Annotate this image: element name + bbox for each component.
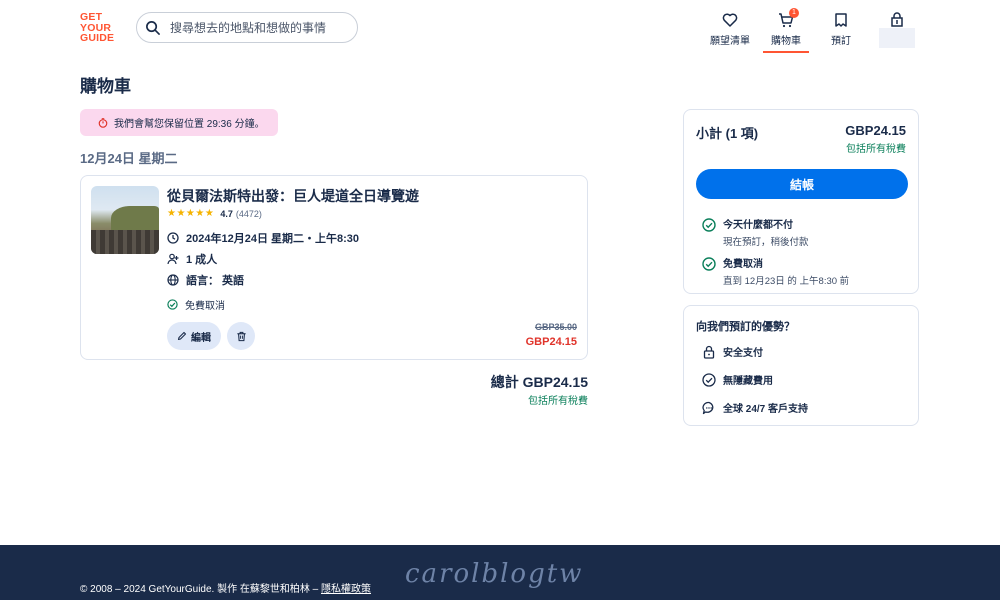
rating-value: 4.7 <box>220 208 233 219</box>
cart-count-badge: 1 <box>789 8 799 18</box>
benefit-pay-later-title: 今天什麼都不付 <box>723 220 793 231</box>
tour-title[interactable]: 從貝爾法斯特出發：巨人堤道全日導覽遊 <box>167 186 419 206</box>
logo-line-1: GET <box>80 11 103 23</box>
timer-icon <box>98 117 108 128</box>
footer-copyright: © 2008 – 2024 GetYourGuide. 製作 在蘇黎世和柏林 –… <box>80 580 371 595</box>
trash-icon <box>236 331 246 341</box>
cart-total: 總計 GBP24.15 <box>490 374 588 390</box>
globe-icon <box>167 274 179 286</box>
watermark: carolblogtw <box>405 559 584 589</box>
subtotal-value: GBP24.15 <box>845 123 906 138</box>
gyg-logo[interactable]: GET YOUR GUIDE <box>80 12 120 44</box>
cart-total-tax-note: 包括所有稅費 <box>528 396 588 407</box>
free-cancellation-row: 免費取消 <box>167 297 225 312</box>
advantage-secure-payment-label: 安全支付 <box>723 348 763 359</box>
heart-icon <box>722 13 738 27</box>
tour-rating: ★★★★★ 4.7 (4472) <box>167 208 262 219</box>
nav-wishlist[interactable]: 願望清單 <box>705 10 755 47</box>
edit-button-label: 編輯 <box>191 332 211 344</box>
profile-icon <box>891 12 903 27</box>
tour-participants: 1 成人 <box>186 254 218 266</box>
edit-button[interactable]: 編輯 <box>167 322 221 350</box>
footer: carolblogtw © 2008 – 2024 GetYourGuide. … <box>0 545 1000 600</box>
subtotal-label: 小計 (1 項) <box>696 126 759 141</box>
advantages-title: 向我們預訂的優勢？ <box>696 321 795 333</box>
nav-bookings-label: 預訂 <box>831 36 851 47</box>
order-summary-card: 小計 (1 項) GBP24.15 包括所有稅費 結帳 今天什麼都不付 現在預訂… <box>683 109 919 294</box>
nav-bookings[interactable]: 預訂 <box>816 10 866 47</box>
nav-cart[interactable]: 1 購物車 <box>761 8 811 53</box>
clock-icon <box>167 232 179 244</box>
tour-datetime: 2024年12月24日 星期二・上午8:30 <box>186 233 360 245</box>
page-title: 購物車 <box>80 77 131 96</box>
advantage-no-hidden-fees: 無隱藏費用 <box>702 372 773 387</box>
lock-icon <box>703 345 715 359</box>
delete-button[interactable] <box>227 322 255 350</box>
copyright-text: © 2008 – 2024 GetYourGuide. 製作 在蘇黎世和柏林 – <box>80 584 321 595</box>
benefit-free-cancellation: 免費取消 直到 12月23日 的 上午8:30 前 <box>702 255 849 287</box>
thumbnail-rocks <box>91 230 159 254</box>
nav-wishlist-label: 願望清單 <box>710 36 750 47</box>
ticket-icon <box>835 13 847 27</box>
hold-timer-text: 我們會幫您保留位置 29:36 分鐘。 <box>114 119 265 130</box>
advantage-support-label: 全球 24/7 客戶支持 <box>723 404 809 415</box>
booking-advantages-card: 向我們預訂的優勢？ 安全支付 無隱藏費用 全球 24/7 客戶支持 <box>683 305 919 426</box>
rating-stars: ★★★★★ <box>167 208 215 219</box>
sale-price: GBP24.15 <box>525 336 577 348</box>
hold-timer-banner: 我們會幫您保留位置 29:36 分鐘。 <box>80 109 278 136</box>
check-circle-icon <box>167 299 178 310</box>
advantage-no-hidden-fees-label: 無隱藏費用 <box>723 376 773 387</box>
check-circle-icon <box>702 218 716 232</box>
privacy-policy-link[interactable]: 隱私權政策 <box>321 584 371 595</box>
cart-item-card: 從貝爾法斯特出發：巨人堤道全日導覽遊 ★★★★★ 4.7 (4472) 2024… <box>80 175 588 360</box>
pencil-icon <box>177 331 187 341</box>
tour-thumbnail[interactable] <box>91 186 159 254</box>
tour-participants-row: 1 成人 <box>167 251 217 267</box>
profile-placeholder <box>879 28 915 48</box>
tour-language-row: 語言： 英語 <box>167 272 244 288</box>
benefit-pay-later: 今天什麼都不付 現在預訂，稍後付款 <box>702 216 809 248</box>
search-placeholder: 搜尋想去的地點和想做的事情 <box>170 21 327 35</box>
chat-bubble-icon <box>702 401 714 414</box>
check-circle-icon <box>702 257 716 271</box>
search-input[interactable]: 搜尋想去的地點和想做的事情 <box>136 12 358 43</box>
people-icon <box>167 253 179 265</box>
free-cancellation-label: 免費取消 <box>185 301 225 312</box>
benefit-free-cancellation-title: 免費取消 <box>723 259 763 270</box>
check-circle-icon <box>702 372 716 387</box>
checkout-button[interactable]: 結帳 <box>696 169 908 199</box>
benefit-free-cancellation-subtitle: 直到 12月23日 的 上午8:30 前 <box>723 276 850 287</box>
logo-line-3: GUIDE <box>80 32 115 44</box>
tour-datetime-row: 2024年12月24日 星期二・上午8:30 <box>167 230 359 246</box>
tour-language: 語言： 英語 <box>186 275 245 287</box>
date-heading: 12月24日 星期二 <box>80 151 178 166</box>
nav-cart-label: 購物車 <box>771 36 801 47</box>
original-price: GBP35.00 <box>534 322 577 332</box>
subtotal-tax-note: 包括所有稅費 <box>846 144 906 155</box>
review-count: (4472) <box>235 208 262 219</box>
search-icon <box>146 21 160 35</box>
benefit-pay-later-subtitle: 現在預訂，稍後付款 <box>723 237 809 248</box>
advantage-secure-payment: 安全支付 <box>702 344 763 359</box>
advantage-support: 全球 24/7 客戶支持 <box>702 400 808 415</box>
